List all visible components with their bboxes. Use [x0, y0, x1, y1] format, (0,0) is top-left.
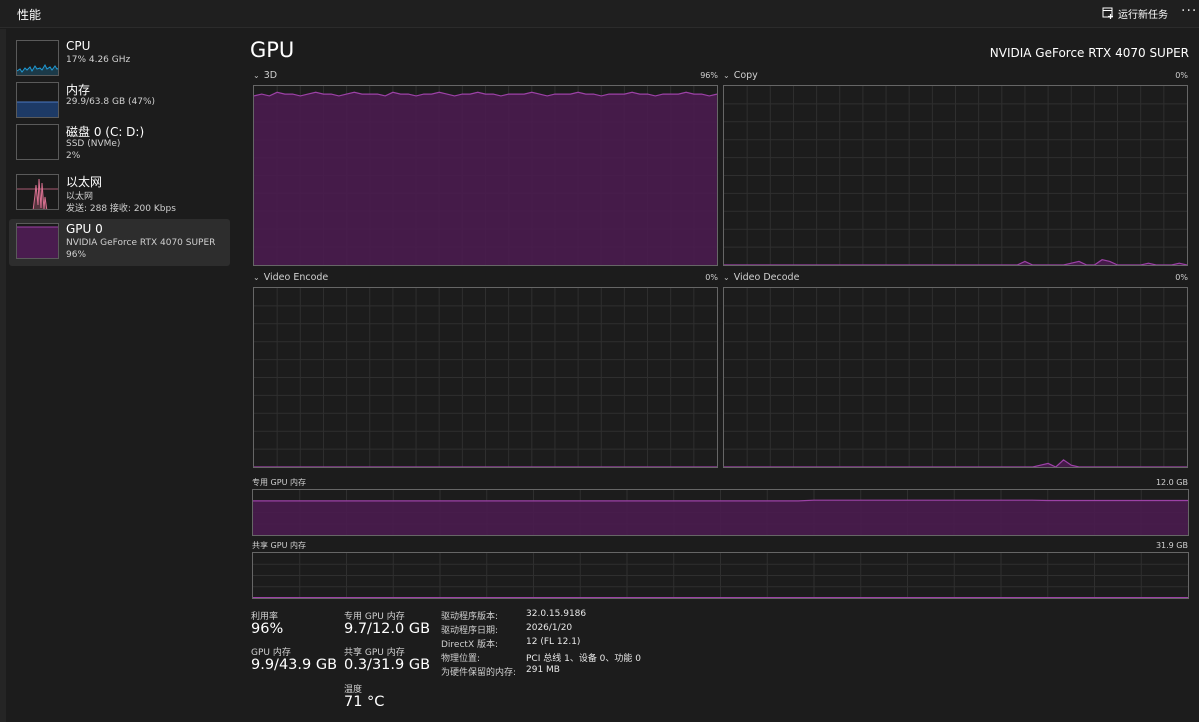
chart-shared-memory	[252, 552, 1189, 599]
gpu-thumbnail	[16, 223, 59, 259]
sidebar-item-sub: NVIDIA GeForce RTX 4070 SUPER	[66, 238, 216, 248]
sidebar-item-sub: 发送: 288 接收: 200 Kbps	[66, 204, 176, 214]
sidebar-item-name: 磁盘 0 (C: D:)	[66, 125, 145, 139]
run-new-task-button[interactable]: 运行新任务	[1102, 5, 1168, 21]
sidebar-item-sub: 17% 4.26 GHz	[66, 55, 131, 65]
ethernet-thumbnail	[16, 174, 59, 210]
chevron-down-icon: ⌄	[253, 273, 260, 282]
directx-version-key: DirectX 版本:	[441, 640, 499, 650]
chart-encode-label[interactable]: ⌄ Video Encode	[253, 272, 328, 283]
chart-copy-label[interactable]: ⌄ Copy	[723, 70, 758, 81]
sidebar-item-memory[interactable]: 内存 29.9/63.8 GB (47%)	[9, 78, 230, 125]
chart-decode-plot	[724, 288, 1187, 467]
sidebar-item-cpu[interactable]: CPU 17% 4.26 GHz	[9, 36, 230, 83]
sidebar-item-name: GPU 0	[66, 222, 103, 236]
sidebar-item-disk[interactable]: 磁盘 0 (C: D:) SSD (NVMe) 2%	[9, 120, 230, 167]
chart-decode-label[interactable]: ⌄ Video Decode	[723, 272, 799, 283]
chart-3d-label[interactable]: ⌄ 3D	[253, 70, 277, 81]
sidebar-item-name: 内存	[66, 83, 91, 97]
chart-3d-title: 3D	[263, 70, 278, 81]
chart-shared-max: 31.9 GB	[1155, 541, 1188, 550]
new-task-icon	[1102, 7, 1113, 19]
chart-dedicated-plot	[253, 490, 1188, 535]
more-options-icon[interactable]: ···	[1181, 3, 1197, 19]
shared-memory-value: 0.3/31.9 GB	[344, 657, 431, 673]
chart-shared-label: 共享 GPU 内存	[252, 541, 306, 550]
chart-copy-title: Copy	[733, 70, 758, 81]
chart-decode-title: Video Decode	[733, 272, 800, 283]
chart-encode-max: 0%	[705, 273, 718, 282]
page-title: GPU	[250, 38, 295, 62]
driver-date-key: 驱动程序日期:	[441, 626, 499, 636]
sidebar-item-gpu[interactable]: GPU 0 NVIDIA GeForce RTX 4070 SUPER 96%	[9, 219, 230, 266]
chart-3d-plot	[254, 86, 717, 265]
chart-3d-max: 96%	[700, 71, 718, 80]
chart-encode	[253, 287, 718, 468]
temperature-value: 71 °C	[344, 694, 385, 710]
reserved-memory-value: 291 MB	[526, 665, 560, 675]
directx-version-value: 12 (FL 12.1)	[526, 637, 581, 647]
series-area	[254, 92, 717, 265]
cpu-thumbnail	[16, 40, 59, 76]
reserved-memory-key: 为硬件保留的内存:	[441, 668, 517, 678]
chart-copy-max: 0%	[1175, 71, 1188, 80]
sidebar-item-sub: 96%	[66, 250, 87, 260]
chevron-down-icon: ⌄	[723, 273, 730, 282]
driver-version-value: 32.0.15.9186	[526, 609, 587, 619]
chart-dedicated-memory	[252, 489, 1189, 536]
sidebar-item-name: 以太网	[66, 175, 103, 189]
series-line	[253, 499, 1188, 502]
gpu-memory-value: 9.9/43.9 GB	[251, 657, 338, 673]
physical-location-value: PCI 总线 1、设备 0、功能 0	[526, 654, 641, 664]
run-new-task-label: 运行新任务	[1118, 9, 1168, 21]
utilization-value: 96%	[251, 621, 284, 637]
sidebar-item-sub: 2%	[66, 151, 81, 161]
chart-shared-plot	[253, 553, 1188, 598]
series-area	[253, 500, 1188, 535]
sidebar-item-name: CPU	[66, 39, 91, 53]
driver-version-key: 驱动程序版本:	[441, 612, 499, 622]
title-bar: 性能 运行新任务 ···	[0, 0, 1199, 28]
dedicated-memory-value: 9.7/12.0 GB	[344, 621, 431, 637]
memory-thumbnail	[16, 82, 59, 118]
chart-dedicated-max: 12.0 GB	[1155, 478, 1188, 487]
sidebar-item-ethernet[interactable]: 以太网 以太网 发送: 288 接收: 200 Kbps	[9, 170, 230, 217]
chart-copy	[723, 85, 1188, 266]
physical-location-key: 物理位置:	[441, 654, 481, 664]
chart-decode-max: 0%	[1175, 273, 1188, 282]
chevron-down-icon: ⌄	[253, 71, 260, 80]
sidebar-item-sub: SSD (NVMe)	[66, 139, 121, 149]
chart-dedicated-label: 专用 GPU 内存	[252, 478, 306, 487]
chart-decode	[723, 287, 1188, 468]
gpu-model-name: NVIDIA GeForce RTX 4070 SUPER	[989, 46, 1189, 60]
chart-encode-title: Video Encode	[263, 272, 329, 283]
chevron-down-icon: ⌄	[723, 71, 730, 80]
chart-3d	[253, 85, 718, 266]
sidebar: CPU 17% 4.26 GHz 内存 29.9/63.8 GB (47%) 磁…	[0, 29, 238, 722]
driver-date-value: 2026/1/20	[526, 623, 573, 633]
disk-thumbnail	[16, 124, 59, 160]
window-title: 性能	[17, 8, 42, 22]
sidebar-item-sub: 29.9/63.8 GB (47%)	[66, 97, 156, 107]
chart-copy-plot	[724, 86, 1187, 265]
chart-encode-plot	[254, 288, 717, 467]
